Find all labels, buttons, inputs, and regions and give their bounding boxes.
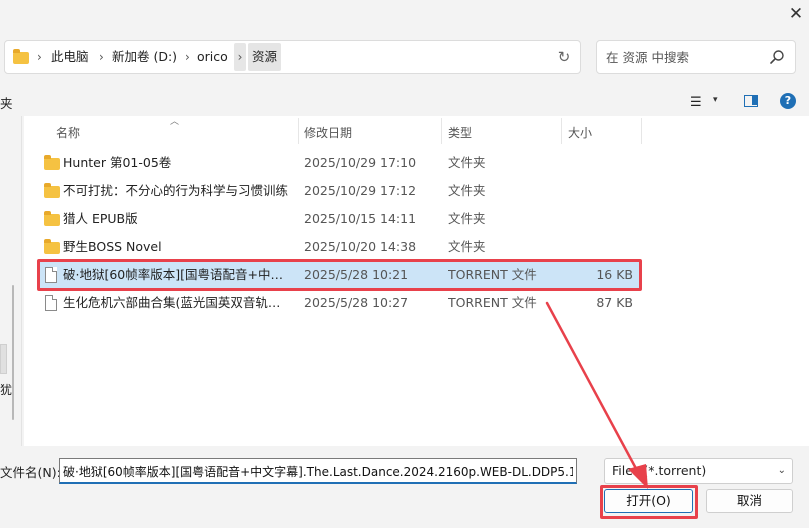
chevron-right-icon[interactable]: › (37, 41, 42, 73)
preview-pane-icon[interactable] (744, 95, 758, 107)
navigation-scrollbar[interactable] (12, 285, 14, 420)
chevron-right-icon[interactable]: › (185, 41, 190, 73)
close-icon[interactable]: ✕ (783, 2, 809, 26)
folder-row[interactable]: 不可打扰：不分心的行为科学与习惯训练 2025/10/29 17:12 文件夹 (39, 178, 641, 204)
address-bar[interactable]: › 此电脑 › 新加卷 (D:) › orico › 资源 ↻ (4, 40, 581, 74)
file-date: 2025/10/29 17:12 (304, 183, 417, 198)
filename-input[interactable] (63, 463, 573, 479)
chevron-down-icon[interactable]: ⌄ (778, 459, 786, 483)
view-options-icon[interactable]: ☰ (690, 95, 702, 110)
file-row[interactable]: 生化危机六部曲合集(蓝光国英双音轨特效字幕) 2025/5/28 10:27 T… (39, 290, 641, 316)
navigation-item[interactable] (0, 344, 7, 374)
folder-row[interactable]: 猎人 EPUB版 2025/10/15 14:11 文件夹 (39, 206, 641, 232)
file-type: 文件夹 (448, 239, 486, 254)
sort-ascending-icon: ︿ (170, 117, 180, 127)
annotation-highlight-row (37, 259, 642, 291)
column-header-type[interactable]: 类型 (448, 124, 472, 141)
filetype-value: Files (*.torrent) (612, 463, 707, 478)
column-divider[interactable] (641, 118, 642, 144)
help-icon[interactable]: ? (780, 93, 796, 109)
search-icon[interactable] (769, 49, 785, 65)
navigation-item-label[interactable]: 犹 (0, 381, 12, 398)
column-header-size[interactable]: 大小 (568, 124, 592, 141)
breadcrumb-this-pc[interactable]: 此电脑 (51, 41, 89, 73)
filename-label: 文件名(N): (0, 465, 61, 480)
column-divider[interactable] (298, 118, 299, 144)
filetype-select[interactable]: Files (*.torrent) ⌄ (604, 458, 793, 484)
file-date: 2025/5/28 10:27 (304, 295, 409, 310)
folder-icon (44, 211, 60, 226)
file-name: 不可打扰：不分心的行为科学与习惯训练 (63, 183, 289, 198)
folder-row[interactable]: 野生BOSS Novel 2025/10/20 14:38 文件夹 (39, 234, 641, 260)
folder-icon (44, 155, 60, 170)
file-type: 文件夹 (448, 155, 486, 170)
file-type: TORRENT 文件 (448, 295, 537, 310)
file-date: 2025/10/15 14:11 (304, 211, 417, 226)
column-header-date[interactable]: 修改日期 (304, 124, 352, 141)
file-name: 野生BOSS Novel (63, 239, 162, 254)
breadcrumb-orico[interactable]: orico (197, 41, 228, 73)
cancel-button[interactable]: 取消 (706, 489, 793, 513)
file-icon (45, 295, 57, 311)
chevron-right-icon[interactable]: › (99, 41, 104, 73)
file-size: 87 KB (596, 295, 633, 310)
breadcrumb-drive-d[interactable]: 新加卷 (D:) (112, 41, 177, 73)
file-date: 2025/10/20 14:38 (304, 239, 417, 254)
folder-icon (44, 239, 60, 254)
search-box[interactable] (596, 40, 796, 74)
search-input[interactable] (606, 49, 766, 65)
file-date: 2025/10/29 17:10 (304, 155, 417, 170)
column-divider[interactable] (561, 118, 562, 144)
folder-icon (44, 183, 60, 198)
breadcrumb-resources[interactable]: 资源 (248, 43, 282, 71)
file-type: 文件夹 (448, 183, 486, 198)
column-header-name[interactable]: 名称 (56, 124, 80, 141)
chevron-down-icon[interactable]: ▾ (713, 95, 718, 105)
file-name: 生化危机六部曲合集(蓝光国英双音轨特效字幕) (63, 295, 289, 310)
refresh-icon[interactable]: ↻ (554, 41, 574, 73)
file-name: 猎人 EPUB版 (63, 211, 138, 226)
chevron-right-icon[interactable]: › (234, 43, 246, 71)
filename-field[interactable] (59, 458, 577, 484)
column-divider[interactable] (441, 118, 442, 144)
annotation-highlight-open (600, 485, 698, 519)
folder-icon (13, 49, 29, 64)
file-name: Hunter 第01-05卷 (63, 155, 172, 170)
folder-row[interactable]: Hunter 第01-05卷 2025/10/29 17:10 文件夹 (39, 150, 641, 176)
file-type: 文件夹 (448, 211, 486, 226)
new-folder-button-fragment[interactable]: 夹 (0, 93, 13, 112)
